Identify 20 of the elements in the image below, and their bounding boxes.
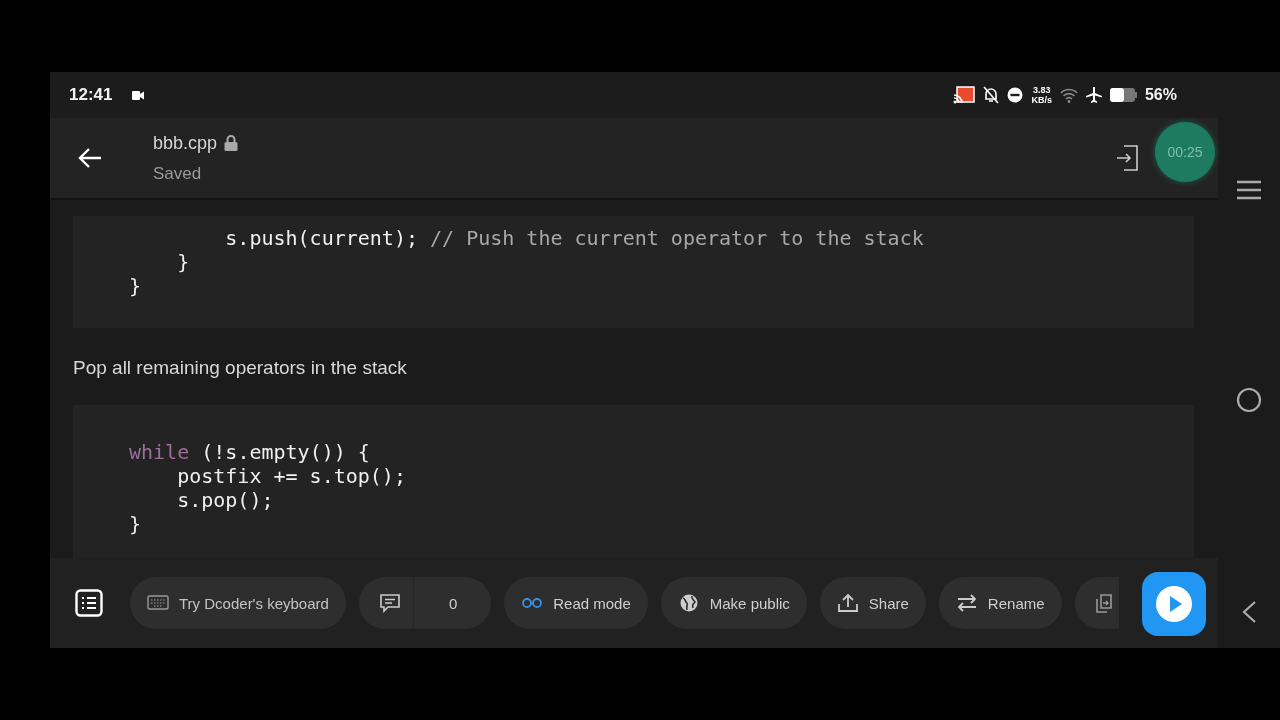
comments-chip[interactable]: 0 — [358, 577, 492, 629]
keyboard-chip[interactable]: Try Dcoder's keyboard — [130, 577, 346, 629]
make-public-chip[interactable]: Make public — [660, 577, 807, 629]
battery-percent: 56% — [1144, 86, 1177, 104]
share-chip[interactable]: Share — [819, 577, 926, 629]
code-line: while (!s.empty()) { — [129, 440, 371, 464]
code-line: postfix += s.top(); — [176, 464, 407, 488]
code-line: } — [129, 512, 143, 536]
code-line: } — [129, 274, 143, 298]
paragraph: Pop all remaining operators in the stack — [73, 356, 408, 380]
code-line: } — [176, 250, 191, 274]
save-status: Saved — [153, 163, 203, 184]
clock-time: 12:41 — [69, 85, 113, 105]
file-name: bbb.cpp — [153, 132, 218, 154]
code-line: s.pop(); — [176, 488, 275, 512]
code-line: s.push(current); // Push the current operator to the stack — [224, 226, 925, 250]
rename-chip[interactable]: Rename — [938, 577, 1062, 629]
read-mode-chip[interactable]: Read mode — [504, 577, 648, 629]
network-speed-value: 3.83 — [1032, 85, 1051, 95]
network-speed-unit: KB/s — [1031, 95, 1052, 105]
